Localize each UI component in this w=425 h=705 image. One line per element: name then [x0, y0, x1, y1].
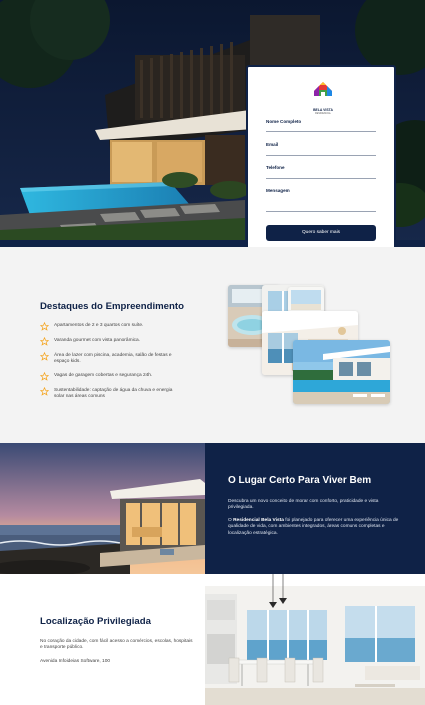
list-item: Sustentabilidade: captação de água da ch…	[40, 386, 180, 401]
address: Avenida Infoideias Software, 100	[40, 659, 111, 664]
highlights-section: Destaques do Empreendimento Apartamentos…	[0, 247, 425, 443]
message-field[interactable]	[266, 211, 376, 212]
star-icon	[40, 337, 49, 346]
name-label: Nome Completo	[266, 119, 302, 124]
list-item: Apartamentos de 2 e 3 quartos com suíte.	[40, 322, 180, 331]
lugar-text-panel: O Lugar Certo Para Viver Bem Descubra um…	[205, 443, 425, 574]
email-field[interactable]	[266, 155, 376, 156]
lugar-paragraph-2: O Residencial Bela Vista foi planejado p…	[228, 518, 399, 536]
list-item-text: Varanda gourmet com vista panorâmica.	[54, 338, 141, 343]
localizacao-title: Localização Privilegiada	[40, 616, 151, 627]
lugar-title: O Lugar Certo Para Viver Bem	[228, 475, 372, 486]
list-item-text: Vagas de garagem cobertas e segurança 24…	[54, 372, 153, 378]
bela-vista-logo	[314, 82, 332, 96]
message-label: Mensagem	[266, 188, 290, 193]
star-icon	[40, 352, 49, 361]
beach-house-photo	[0, 443, 205, 574]
lugar-paragraph-1: Descubra um novo conceito de morar com c…	[228, 499, 379, 511]
localizacao-text: No coração da cidade, com fácil acesso a…	[40, 639, 193, 651]
logo-tagline: RESIDENCIAL	[315, 112, 331, 115]
submit-button[interactable]: Quero saber mais	[266, 225, 376, 241]
bright-room-photo	[288, 287, 324, 313]
lugar-certo-section: O Lugar Certo Para Viver Bem Descubra um…	[0, 443, 425, 574]
list-item-text: Sustentabilidade: captação de água da ch…	[54, 387, 173, 400]
name-field[interactable]	[266, 131, 376, 132]
list-item: Área de lazer com piscina, academia, sal…	[40, 352, 180, 366]
contact-form: BELA VISTA RESIDENCIAL Nome Completo Ema…	[246, 65, 396, 257]
star-icon	[40, 371, 49, 381]
star-icon	[40, 386, 49, 396]
star-icon	[40, 322, 49, 331]
email-label: Email	[266, 142, 279, 147]
phone-field[interactable]	[266, 178, 376, 179]
list-item-text: Área de lazer com piscina, academia, sal…	[54, 353, 172, 365]
list-item-text: Apartamentos de 2 e 3 quartos com suíte.	[54, 323, 144, 328]
photo-collage	[228, 285, 393, 407]
phone-label: Telefone	[266, 165, 285, 170]
localizacao-text-panel: Localização Privilegiada No coração da c…	[0, 574, 205, 705]
list-item: Varanda gourmet com vista panorâmica.	[40, 337, 180, 346]
highlights-list: Apartamentos de 2 e 3 quartos com suíte.…	[40, 322, 180, 408]
residencial-name: Residencial Bela Vista	[233, 518, 284, 523]
list-item: Vagas de garagem cobertas e segurança 24…	[40, 371, 180, 381]
dining-room-photo	[205, 574, 425, 705]
localizacao-section: Localização Privilegiada No coração da c…	[0, 574, 425, 705]
highlights-title: Destaques do Empreendimento	[40, 301, 184, 312]
villa-pool-photo	[293, 340, 390, 404]
